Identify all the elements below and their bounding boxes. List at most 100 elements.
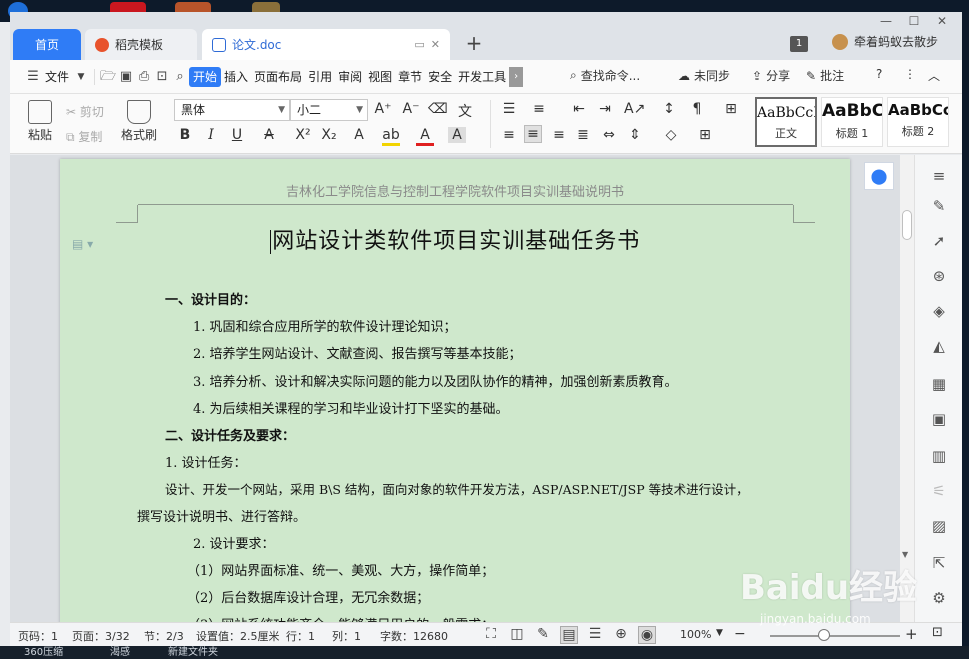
bar-chart-icon[interactable]: ▥ [928, 445, 950, 467]
increase-indent-icon[interactable]: ⇥ [596, 101, 614, 117]
zoom-out-icon[interactable]: − [734, 626, 746, 642]
menu-item-chapter[interactable]: 章节 [395, 67, 425, 87]
menu-item-reference[interactable]: 引用 [305, 67, 335, 87]
format-painter-button[interactable]: 格式刷 [118, 100, 160, 143]
zoom-dropdown-icon[interactable]: ▼ [716, 628, 723, 638]
close-window-icon[interactable]: ✕ [932, 14, 952, 28]
doc-line[interactable]: 1. 巩固和综合应用所学的软件设计理论知识； [193, 316, 457, 335]
status-setting[interactable]: 设置值：2.5厘米 [196, 628, 280, 644]
print-icon[interactable]: ⎙ [135, 67, 153, 87]
sort-icon[interactable]: ↕ [660, 101, 678, 117]
zoom-slider-knob[interactable] [818, 629, 830, 641]
table-border-icon[interactable]: ⊞ [722, 101, 740, 117]
hamburger-icon[interactable]: ☰ [24, 67, 42, 87]
taskbar-item[interactable]: 新建文件夹 [168, 646, 218, 659]
settings-icon[interactable]: ⚙ [928, 587, 950, 609]
location-pin-icon[interactable]: ⬤ [864, 162, 894, 190]
document-title[interactable]: 网站设计类软件项目实训基础任务书 [60, 223, 850, 255]
table-icon[interactable]: ▦ [928, 373, 950, 395]
doc-line[interactable]: 设计、开发一个网站，采用 B\S 结构，面向对象的软件开发方法，ASP/ASP.… [165, 479, 749, 498]
edit-pen-icon[interactable]: ✎ [928, 195, 950, 217]
font-name-select[interactable]: 黑体 ▼ [174, 99, 290, 121]
status-page-num[interactable]: 页码：1 [18, 628, 58, 644]
more-menu-icon[interactable]: › [509, 66, 524, 87]
edit-mode-icon[interactable]: ✎ [534, 626, 552, 642]
style-normal[interactable]: AaBbCcDd 正文 [755, 97, 817, 147]
fit-window-icon[interactable]: ⊡ [932, 625, 943, 640]
menu-item-view[interactable]: 视图 [365, 67, 395, 87]
decrease-indent-icon[interactable]: ⇤ [570, 101, 588, 117]
close-tab-icon[interactable]: ✕ [431, 38, 440, 51]
tab-document[interactable]: 论文.doc ▭ ✕ [202, 29, 450, 60]
open-folder-icon[interactable]: 🗁 [99, 67, 117, 87]
layers-icon[interactable]: ◭ [928, 335, 950, 357]
justify-icon[interactable]: ≣ [574, 127, 592, 143]
page-view-icon[interactable]: ▤ [560, 626, 578, 644]
doc-line[interactable]: 一、设计目的： [165, 289, 256, 308]
save-icon[interactable]: ▣ [117, 67, 135, 87]
maximize-icon[interactable]: ☐ [904, 14, 924, 28]
char-shading-icon[interactable]: A [448, 127, 466, 143]
sync-status[interactable]: ☁ 未同步 [678, 67, 730, 84]
doc-line[interactable]: 撰写设计说明书、进行答辩。 [137, 506, 306, 525]
share-out-icon[interactable]: ⇱ [928, 552, 950, 574]
doc-line[interactable]: 4. 为后续相关课程的学习和毕业设计打下坚实的基础。 [193, 398, 509, 417]
strikethrough-icon[interactable]: A [260, 127, 278, 143]
menu-item-start[interactable]: 开始 [189, 66, 222, 87]
paste-button[interactable]: 粘贴 [22, 100, 58, 143]
menu-item-review[interactable]: 审阅 [335, 67, 365, 87]
menu-lines-icon[interactable]: ≡ [928, 165, 950, 187]
numbered-list-icon[interactable]: ≡ [530, 101, 548, 117]
borders-icon[interactable]: ⊞ [696, 127, 714, 143]
status-section[interactable]: 节：2/3 [144, 628, 184, 644]
taskbar-item[interactable]: 360压缩 [24, 646, 63, 659]
text-effect-icon[interactable]: A [350, 127, 368, 143]
outline-view-icon[interactable]: ☰ [586, 626, 604, 642]
doc-line[interactable]: 2. 设计要求： [193, 533, 275, 552]
more-icon[interactable]: ⋮ [904, 67, 916, 81]
status-words[interactable]: 字数：12680 [380, 628, 448, 644]
doc-line[interactable]: 1. 设计任务： [165, 452, 247, 471]
menu-file[interactable]: 文件 [42, 67, 72, 87]
tab-home[interactable]: 首页 [13, 29, 81, 60]
menu-item-layout[interactable]: 页面布局 [251, 67, 305, 87]
status-row[interactable]: 行：1 [286, 628, 315, 644]
document-page[interactable]: 吉林化工学院信息与控制工程学院软件项目实训基础说明书 ▤ ▾ 网站设计类软件项目… [60, 159, 850, 622]
sliders-icon[interactable]: ⚟ [928, 480, 950, 502]
chevron-down-icon[interactable]: ▼ [72, 67, 90, 87]
user-account[interactable]: 牵着蚂蚁去散步 [832, 33, 938, 50]
zoom-in-icon[interactable]: + [905, 625, 918, 643]
bullet-list-icon[interactable]: ☰ [500, 101, 518, 117]
export-pdf-icon[interactable]: ⊡ [153, 67, 171, 87]
scrollbar-thumb[interactable] [902, 210, 912, 240]
subscript-icon[interactable]: X₂ [320, 127, 338, 143]
minimize-icon[interactable]: — [876, 14, 896, 28]
cut-button[interactable]: ✂ 剪切 [66, 103, 104, 120]
underline-icon[interactable]: U [228, 127, 246, 143]
read-mode-icon[interactable]: ◫ [508, 626, 526, 642]
bold-icon[interactable]: B [176, 127, 194, 143]
share-button[interactable]: ⇪ 分享 [752, 67, 790, 84]
show-marks-icon[interactable]: ¶ [688, 101, 706, 117]
copy-button[interactable]: ⧉ 复制 [66, 128, 102, 145]
command-search[interactable]: ⌕ 查找命令... [570, 67, 640, 84]
superscript-icon[interactable]: X² [294, 127, 312, 143]
shading-icon[interactable]: ◇ [662, 127, 680, 143]
document-area[interactable]: 吉林化工学院信息与控制工程学院软件项目实训基础说明书 ▤ ▾ 网站设计类软件项目… [10, 155, 900, 622]
font-color-icon[interactable]: A [416, 127, 434, 146]
doc-line[interactable]: （3）网站系统功能齐全，能够满足用户的一般需求； [187, 614, 494, 622]
zoom-level[interactable]: 100% [680, 628, 711, 641]
style-heading-1[interactable]: AaBbC 标题 1 [821, 97, 883, 147]
status-col[interactable]: 列：1 [332, 628, 361, 644]
select-arrow-icon[interactable]: ➚ [928, 230, 950, 252]
image-icon[interactable]: ▨ [928, 515, 950, 537]
print-preview-icon[interactable]: ⌕ [171, 67, 189, 87]
menu-item-insert[interactable]: 插入 [221, 67, 251, 87]
font-size-select[interactable]: 小二 ▼ [290, 99, 368, 121]
grow-font-icon[interactable]: A⁺ [374, 101, 392, 117]
help-icon[interactable]: ? [876, 67, 882, 81]
style-heading-2[interactable]: AaBbCc 标题 2 [887, 97, 949, 147]
vertical-scrollbar[interactable]: ▼ [900, 155, 914, 622]
collapse-ribbon-icon[interactable]: ︿ [928, 67, 940, 84]
shapes-icon[interactable]: ◈ [928, 300, 950, 322]
